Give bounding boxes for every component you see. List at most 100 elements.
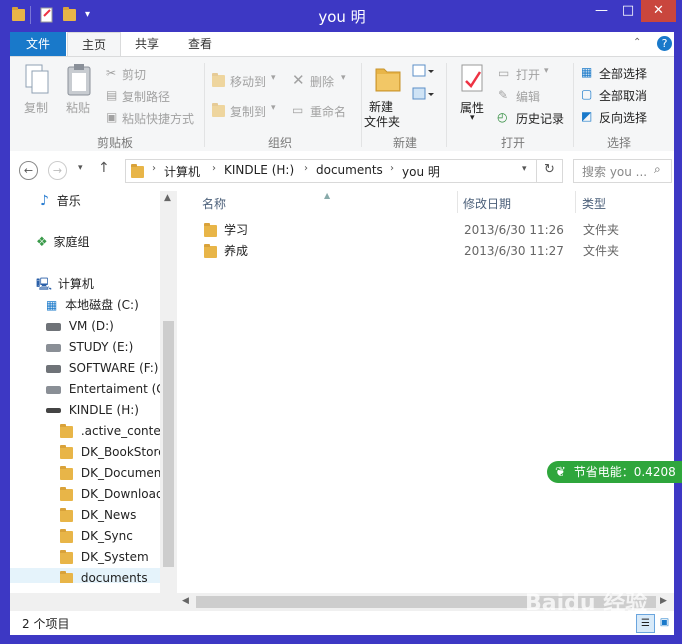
cut-button[interactable]: 剪切 — [122, 66, 146, 83]
address-bar[interactable]: › 计算机 › KINDLE (H:) › documents › you 明 … — [125, 159, 563, 183]
tab-view[interactable]: 查看 — [175, 32, 225, 56]
item-count: 2 个项目 — [22, 617, 70, 631]
folder-icon — [60, 423, 73, 438]
back-button[interactable]: ← — [19, 161, 38, 180]
title-bar: ▾ you 明 — □ ✕ — [8, 0, 676, 32]
paste-shortcut-button[interactable]: 粘贴快捷方式 — [122, 110, 194, 127]
nav-item-folder[interactable]: DK_Documents — [60, 463, 160, 484]
close-button[interactable]: ✕ — [641, 0, 676, 22]
table-row[interactable]: 学习 2013/6/30 11:26 文件夹 — [200, 220, 670, 241]
up-button[interactable]: ↑ — [98, 160, 110, 176]
nav-item-documents-selected[interactable]: documents — [10, 568, 160, 583]
new-item-icon[interactable] — [412, 63, 434, 82]
breadcrumb-kindle[interactable]: KINDLE (H:) — [224, 163, 294, 177]
nav-item-music[interactable]: ♪ 音乐 — [40, 191, 81, 212]
table-row[interactable]: 养成 2013/6/30 11:27 文件夹 — [200, 241, 670, 262]
copy-path-button[interactable]: 复制路径 — [122, 88, 170, 105]
nav-item-drive-h[interactable]: KINDLE (H:) — [46, 400, 139, 421]
copy-to-button[interactable]: 复制到 — [230, 103, 266, 120]
nav-item-folder[interactable]: DK_Download — [60, 484, 160, 505]
nav-item-computer[interactable]: 🖳 计算机 — [36, 274, 94, 295]
maximize-button[interactable]: □ — [615, 0, 641, 22]
scroll-up-arrow[interactable]: ▲ — [164, 193, 171, 203]
nav-item-label: DK_Sync — [80, 529, 133, 543]
tab-share[interactable]: 共享 — [122, 32, 172, 56]
delete-button[interactable]: 删除 — [310, 73, 334, 90]
refresh-icon[interactable]: ↻ — [544, 162, 555, 177]
scroll-right-arrow[interactable]: ▶ — [660, 596, 667, 606]
column-header-date[interactable]: 修改日期 — [463, 195, 511, 212]
large-icons-view-icon[interactable]: ▣ — [656, 614, 673, 631]
column-divider[interactable] — [575, 191, 576, 213]
breadcrumb-documents[interactable]: documents — [316, 163, 383, 177]
select-all-icon: ▦ — [581, 65, 593, 79]
baidu-watermark-url: jingyan.baidu.com — [530, 618, 623, 629]
nav-item-label: DK_Download — [80, 487, 160, 501]
help-icon[interactable]: ? — [657, 36, 672, 51]
search-input[interactable]: 搜索 you ... — [582, 163, 647, 180]
search-icon[interactable]: ⌕ — [654, 162, 661, 177]
scroll-thumb[interactable] — [163, 321, 174, 567]
recent-locations-icon[interactable]: ▾ — [78, 163, 83, 173]
copy-button[interactable]: 复制 — [24, 99, 48, 116]
column-divider[interactable] — [457, 191, 458, 213]
folder-icon — [60, 549, 73, 564]
breadcrumb-current[interactable]: you 明 — [402, 163, 440, 180]
energy-saving-text: 节省电能：0.4208 — [573, 465, 676, 479]
nav-item-drive-g[interactable]: Entertaiment (G:) — [46, 379, 160, 400]
nav-item-homegroup[interactable]: ❖ 家庭组 — [36, 232, 90, 253]
tab-home[interactable]: 主页 — [67, 32, 121, 57]
select-none-button[interactable]: 全部取消 — [599, 87, 647, 104]
file-name: 养成 — [224, 244, 249, 258]
group-label-new: 新建 — [392, 136, 417, 150]
nav-item-folder[interactable]: DK_System — [60, 547, 149, 568]
nav-item-drive-f[interactable]: SOFTWARE (F:) — [46, 358, 158, 379]
nav-item-label: documents — [80, 571, 148, 583]
rename-button[interactable]: 重命名 — [310, 103, 346, 120]
address-dropdown-icon[interactable]: ▾ — [522, 164, 527, 174]
edit-icon: ✎ — [498, 88, 509, 102]
nav-pane-scrollbar[interactable]: ▲ ▼ — [160, 191, 177, 611]
copy-to-icon — [212, 102, 225, 117]
tab-file[interactable]: 文件 — [10, 32, 66, 56]
collapse-ribbon-icon[interactable]: ⌃ — [633, 37, 641, 48]
scroll-left-arrow[interactable]: ◀ — [182, 596, 189, 606]
file-date: 2013/6/30 11:26 — [464, 223, 564, 237]
drive-icon — [46, 343, 61, 352]
forward-button[interactable]: → — [48, 161, 67, 180]
move-to-button[interactable]: 移动到 — [230, 73, 266, 90]
nav-item-label: STUDY (E:) — [68, 340, 134, 354]
energy-saving-badge: ❦ 节省电能：0.4208 — [547, 461, 682, 483]
minimize-button[interactable]: — — [588, 0, 615, 22]
invert-selection-button[interactable]: 反向选择 — [599, 109, 647, 126]
breadcrumb-computer[interactable]: 计算机 — [164, 163, 200, 180]
file-type: 文件夹 — [583, 244, 620, 258]
leaf-icon: ❦ — [555, 465, 566, 480]
edit-button[interactable]: 编辑 — [516, 88, 540, 105]
history-button[interactable]: 历史记录 — [516, 110, 564, 127]
nav-item-drive-c[interactable]: ▦ 本地磁盘 (C:) — [46, 295, 139, 316]
column-header-type[interactable]: 类型 — [582, 195, 606, 212]
group-separator — [204, 63, 205, 147]
drive-icon — [46, 385, 61, 394]
select-all-button[interactable]: 全部选择 — [599, 65, 647, 82]
baidu-watermark: Baidu 经验 — [525, 591, 648, 616]
paste-button[interactable]: 粘贴 — [66, 99, 90, 116]
search-box[interactable]: 搜索 you ... ⌕ — [573, 159, 672, 183]
open-button[interactable]: 打开 — [516, 66, 540, 83]
nav-item-folder[interactable]: DK_Sync — [60, 526, 133, 547]
column-header-name[interactable]: 名称 — [202, 195, 226, 212]
paste-shortcut-icon: ▣ — [106, 110, 118, 124]
drive-icon — [46, 364, 61, 373]
group-label-clipboard: 剪贴板 — [96, 136, 133, 150]
computer-icon: 🖳 — [36, 277, 53, 291]
easy-access-icon[interactable] — [412, 86, 434, 105]
sort-indicator-icon: ▲ — [324, 191, 331, 200]
nav-item-drive-d[interactable]: VM (D:) — [46, 316, 114, 337]
nav-item-folder[interactable]: DK_BookStore — [60, 442, 160, 463]
nav-item-label: VM (D:) — [68, 319, 114, 333]
nav-item-folder[interactable]: .active_content_ — [60, 421, 160, 442]
nav-item-folder[interactable]: DK_News — [60, 505, 136, 526]
new-folder-button-line2[interactable]: 文件夹 — [364, 113, 400, 130]
nav-item-drive-e[interactable]: STUDY (E:) — [46, 337, 133, 358]
